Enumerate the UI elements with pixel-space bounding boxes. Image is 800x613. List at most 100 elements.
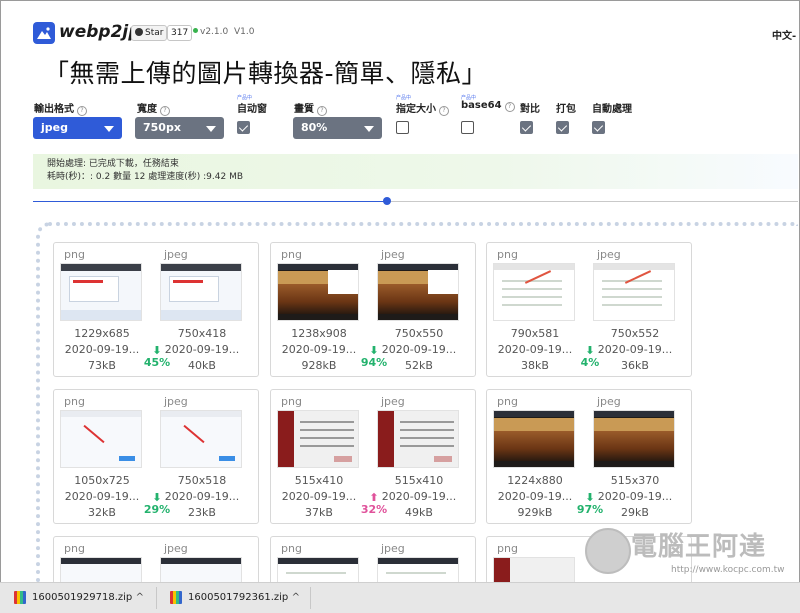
arrow-down-icon: ⬇: [152, 491, 162, 504]
original-image: png: [487, 537, 587, 583]
output-format-select[interactable]: jpeg: [33, 117, 122, 139]
arrow-down-icon: ⬇: [152, 344, 162, 357]
result-card[interactable]: png 1050x725 2020-09-19... 32kB jpeg 750…: [53, 389, 259, 524]
original-image: png 790x581 2020-09-19... 38kB: [487, 243, 587, 378]
result-card[interactable]: png 515x410 2020-09-19... 37kB jpeg 515x…: [270, 389, 476, 524]
quality-select[interactable]: 80%: [293, 117, 382, 139]
thumbnail[interactable]: [277, 263, 359, 321]
specified-size-checkbox[interactable]: [396, 121, 409, 134]
width-select[interactable]: 750px: [135, 117, 224, 139]
compare-checkbox[interactable]: [520, 121, 533, 134]
result-card[interactable]: png 1238x908 2020-09-19... 928kB jpeg 75…: [270, 242, 476, 377]
output-format-label: 輸出格式?: [34, 100, 87, 116]
page-title: 「無需上傳的圖片轉換器-簡單、隱私」: [44, 59, 488, 88]
dimensions: 750x418: [177, 327, 227, 340]
format-label: png: [64, 248, 85, 261]
chevron-up-icon[interactable]: ^: [136, 583, 144, 613]
auto-process-label: 自動處理: [592, 104, 632, 115]
format-label: jpeg: [164, 248, 188, 261]
thumbnail[interactable]: [160, 263, 242, 321]
auto-window-checkbox[interactable]: [237, 121, 250, 134]
help-icon[interactable]: ?: [160, 106, 170, 116]
dimensions: 790x581: [510, 327, 560, 340]
progress-slider-handle[interactable]: [383, 197, 391, 205]
status-line-1: 開始處理: 已完成下載，任務結束: [47, 159, 179, 169]
thumbnail[interactable]: [60, 557, 142, 583]
arrow-down-icon: ⬇: [369, 344, 379, 357]
version-legacy-link[interactable]: V1.0: [234, 27, 254, 37]
dimensions: 1238x908: [291, 327, 347, 340]
original-image: png 1229x685 2020-09-19... 73kB: [54, 243, 154, 378]
help-icon[interactable]: ?: [77, 106, 87, 116]
base64-label: 产品中 base64?: [461, 95, 515, 112]
base64-checkbox[interactable]: [461, 121, 474, 134]
thumbnail[interactable]: [377, 557, 459, 583]
progress-slider-fill: [33, 201, 387, 202]
thumbnail[interactable]: [60, 410, 142, 468]
auto-process-checkbox[interactable]: [592, 121, 605, 134]
thumbnail[interactable]: [60, 263, 142, 321]
file-size: 32kB: [88, 506, 116, 519]
dimensions: 750x518: [177, 474, 227, 487]
date: 2020-09-19...: [64, 490, 140, 503]
thumbnail[interactable]: [493, 263, 575, 321]
download-item[interactable]: 1600501792361.zip ^: [160, 583, 308, 613]
format-label: png: [64, 542, 85, 555]
thumbnail[interactable]: [593, 410, 675, 468]
thumbnail[interactable]: [493, 557, 575, 583]
original-image: png 1224x880 2020-09-19... 929kB: [487, 390, 587, 525]
language-switcher[interactable]: 中文-: [772, 27, 796, 42]
result-card[interactable]: png 1229x685 2020-09-19... 73kB jpeg 750…: [53, 242, 259, 377]
arrow-down-icon: ⬇: [585, 344, 595, 357]
thumbnail[interactable]: [377, 263, 459, 321]
arrow-down-icon: ⬇: [585, 491, 595, 504]
thumbnail[interactable]: [277, 410, 359, 468]
thumbnail[interactable]: [377, 410, 459, 468]
result-card[interactable]: png jpeg: [270, 536, 476, 583]
original-image: png 1050x725 2020-09-19... 32kB: [54, 390, 154, 525]
format-label: png: [64, 395, 85, 408]
result-card[interactable]: png 1224x880 2020-09-19... 929kB jpeg 51…: [486, 389, 692, 524]
dimensions: 1229x685: [74, 327, 130, 340]
date: 2020-09-19...: [497, 490, 573, 503]
github-star-button[interactable]: Star: [131, 25, 168, 41]
dimensions: 750x550: [394, 327, 444, 340]
download-bar: 1600501929718.zip ^ 1600501792361.zip ^: [0, 582, 800, 613]
status-line-2: 耗時(秒)：: 0.2 數量 12 處理速度(秒) :9.42 MB: [47, 172, 244, 182]
thumbnail[interactable]: [160, 410, 242, 468]
dropdown-arrow-icon: [206, 126, 216, 132]
result-card[interactable]: png jpeg: [53, 536, 259, 583]
dimensions: 515x410: [294, 474, 344, 487]
format-label: jpeg: [381, 248, 405, 261]
pack-label: 打包: [556, 104, 576, 115]
dimensions: 515x370: [610, 474, 660, 487]
chevron-up-icon[interactable]: ^: [292, 583, 300, 613]
download-item[interactable]: 1600501929718.zip ^: [4, 583, 152, 613]
help-icon[interactable]: ?: [317, 106, 327, 116]
app-logo-icon[interactable]: [33, 22, 55, 44]
result-card[interactable]: png 790x581 2020-09-19... 38kB jpeg 750x…: [486, 242, 692, 377]
quality-label: 畫質?: [294, 100, 327, 116]
width-label: 寬度?: [137, 100, 170, 116]
help-icon[interactable]: ?: [439, 106, 449, 116]
original-image: png 1238x908 2020-09-19... 928kB: [271, 243, 371, 378]
thumbnail[interactable]: [277, 557, 359, 583]
date: 2020-09-19...: [281, 490, 357, 503]
format-label: png: [281, 395, 302, 408]
file-size: 38kB: [521, 359, 549, 372]
help-icon[interactable]: ?: [504, 102, 515, 112]
file-size: 73kB: [88, 359, 116, 372]
format-label: jpeg: [597, 395, 621, 408]
thumbnail[interactable]: [493, 410, 575, 468]
thumbnail[interactable]: [593, 263, 675, 321]
size-change: ⬇ 29%: [140, 491, 174, 516]
format-label: jpeg: [164, 395, 188, 408]
thumbnail[interactable]: [160, 557, 242, 583]
specified-size-label: 产品中 指定大小?: [396, 95, 449, 116]
github-star-count[interactable]: 317: [167, 25, 193, 41]
original-image: png: [54, 537, 154, 583]
pack-checkbox[interactable]: [556, 121, 569, 134]
version-info[interactable]: v2.1.0 V1.0: [193, 27, 254, 37]
file-size: 928kB: [301, 359, 337, 372]
status-panel: 開始處理: 已完成下載，任務結束 耗時(秒)：: 0.2 數量 12 處理速度(…: [33, 154, 798, 189]
